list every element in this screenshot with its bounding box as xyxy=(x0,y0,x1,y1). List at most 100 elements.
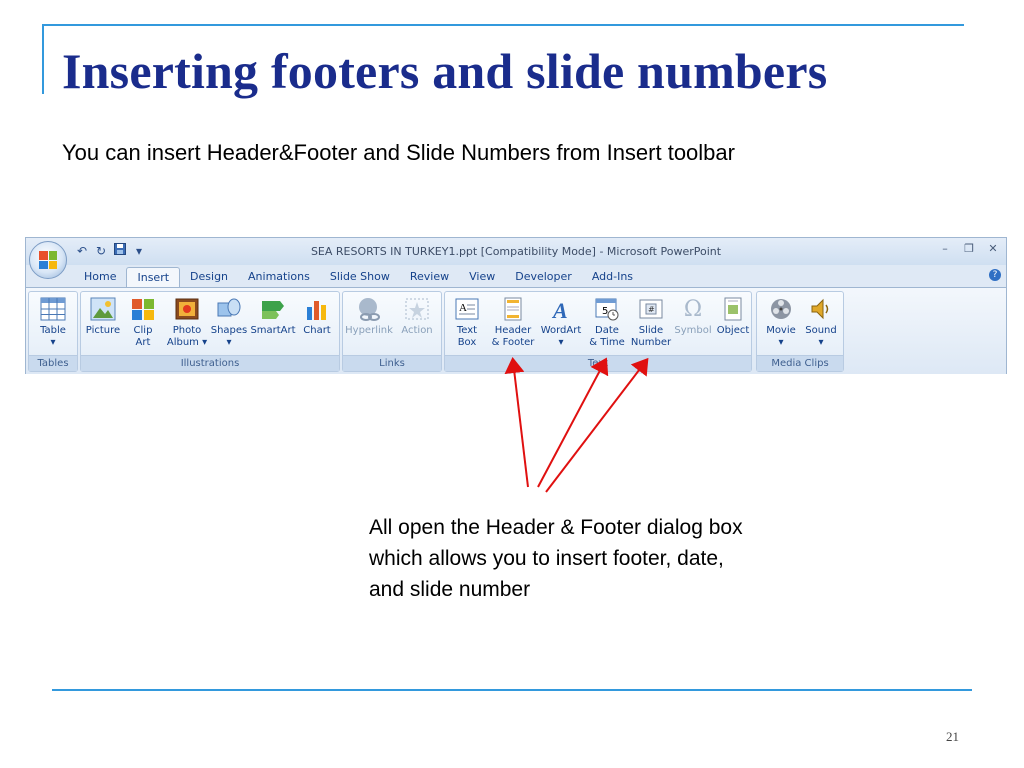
arrow-to-header-footer xyxy=(504,357,529,488)
symbol-button[interactable]: Ω Symbol xyxy=(671,294,715,337)
clip-art-button[interactable]: Clip Art xyxy=(121,294,165,349)
tab-developer[interactable]: Developer xyxy=(505,267,582,287)
svg-text:5: 5 xyxy=(602,306,608,317)
group-label-links: Links xyxy=(343,355,441,371)
group-label-illustrations: Illustrations xyxy=(81,355,339,371)
sound-button[interactable]: Sound ▾ xyxy=(799,294,843,349)
group-tables: Table ▾ Tables xyxy=(28,291,78,372)
callout-line: All open the Header & Footer dialog box xyxy=(369,516,743,539)
group-illustrations: Picture Clip Art Photo Album ▾ Shapes ▾ xyxy=(80,291,340,372)
tab-add-ins[interactable]: Add-Ins xyxy=(582,267,643,287)
ribbon-body: Table ▾ Tables Picture Clip Art Photo Al… xyxy=(26,287,1006,374)
window-titlebar: ↶ ↻ ▾ SEA RESORTS IN TURKEY1.ppt [Compat… xyxy=(26,238,1006,265)
hyperlink-label: Hyperlink xyxy=(345,325,393,336)
clip-art-icon xyxy=(128,294,158,324)
wordart-button[interactable]: A WordArt ▾ xyxy=(539,294,583,349)
clip-art-label: Clip Art xyxy=(133,325,153,348)
ribbon-tabs: Home Insert Design Animations Slide Show… xyxy=(74,267,643,287)
svg-text:A: A xyxy=(459,302,467,314)
window-controls: – ❐ ✕ xyxy=(938,242,1000,256)
help-icon[interactable]: ? xyxy=(989,269,1001,281)
slide-number-icon: # xyxy=(636,294,666,324)
header-footer-button[interactable]: Header & Footer xyxy=(491,294,535,349)
picture-label: Picture xyxy=(85,325,121,336)
tab-insert[interactable]: Insert xyxy=(126,267,181,287)
table-button[interactable]: Table ▾ xyxy=(31,294,75,349)
tab-view[interactable]: View xyxy=(459,267,505,287)
tab-slide-show[interactable]: Slide Show xyxy=(320,267,400,287)
table-icon xyxy=(38,294,68,324)
picture-button[interactable]: Picture xyxy=(81,294,125,337)
hyperlink-icon xyxy=(354,294,384,324)
group-text: A Text Box Header & Footer A WordArt ▾ 5 xyxy=(444,291,752,372)
action-button[interactable]: Action xyxy=(395,294,439,337)
action-label: Action xyxy=(401,325,433,336)
slide-top-rule xyxy=(42,24,964,26)
tab-animations[interactable]: Animations xyxy=(238,267,320,287)
window-title: SEA RESORTS IN TURKEY1.ppt [Compatibilit… xyxy=(310,245,722,258)
date-time-button[interactable]: 5 Date & Time xyxy=(585,294,629,349)
footer-rule xyxy=(52,689,972,691)
movie-label: Movie ▾ xyxy=(766,325,796,348)
movie-icon xyxy=(766,294,796,324)
date-time-icon: 5 xyxy=(592,294,622,324)
callout-text: All open the Header & Footer dialog box … xyxy=(369,512,839,605)
chart-label: Chart xyxy=(303,325,331,336)
symbol-label: Symbol xyxy=(674,325,712,336)
shapes-label: Shapes ▾ xyxy=(210,325,248,348)
symbol-icon: Ω xyxy=(683,296,703,322)
photo-album-icon xyxy=(172,294,202,324)
group-media-clips: Movie ▾ Sound ▾ Media Clips xyxy=(756,291,844,372)
group-label-tables: Tables xyxy=(29,355,77,371)
minimize-icon[interactable]: – xyxy=(938,242,952,256)
powerpoint-ribbon-screenshot: ↶ ↻ ▾ SEA RESORTS IN TURKEY1.ppt [Compat… xyxy=(25,237,1007,374)
office-button[interactable] xyxy=(29,241,67,279)
text-box-button[interactable]: A Text Box xyxy=(445,294,489,349)
table-label: Table ▾ xyxy=(40,325,66,348)
chart-icon xyxy=(302,294,332,324)
tab-review[interactable]: Review xyxy=(400,267,459,287)
object-button[interactable]: Object xyxy=(711,294,755,337)
smartart-button[interactable]: SmartArt xyxy=(250,294,296,337)
arrow-to-slide-number xyxy=(545,357,649,493)
movie-button[interactable]: Movie ▾ xyxy=(759,294,803,349)
arrow-to-date-time xyxy=(537,357,609,488)
hyperlink-button[interactable]: Hyperlink xyxy=(345,294,393,337)
group-label-media-clips: Media Clips xyxy=(757,355,843,371)
smartart-icon xyxy=(258,294,288,324)
callout-arrows xyxy=(504,357,649,493)
tab-home[interactable]: Home xyxy=(74,267,126,287)
group-links: Hyperlink Action Links xyxy=(342,291,442,372)
date-time-label: Date & Time xyxy=(589,325,625,348)
slide-number-label: Slide Number xyxy=(630,325,672,348)
text-box-label: Text Box xyxy=(456,325,478,348)
sound-icon xyxy=(806,294,836,324)
slide-title: Inserting footers and slide numbers xyxy=(62,43,828,99)
wordart-label: WordArt ▾ xyxy=(540,325,582,348)
group-label-text: Text xyxy=(445,355,751,371)
action-icon xyxy=(402,294,432,324)
picture-icon xyxy=(88,294,118,324)
tab-design[interactable]: Design xyxy=(180,267,238,287)
shapes-button[interactable]: Shapes ▾ xyxy=(207,294,251,349)
close-icon[interactable]: ✕ xyxy=(986,242,1000,256)
photo-album-button[interactable]: Photo Album ▾ xyxy=(165,294,209,349)
object-label: Object xyxy=(716,325,750,336)
shapes-icon xyxy=(214,294,244,324)
sound-label: Sound ▾ xyxy=(805,325,837,348)
header-footer-icon xyxy=(498,294,528,324)
object-icon xyxy=(718,294,748,324)
office-logo-icon xyxy=(39,251,57,269)
callout-line: which allows you to insert footer, date, xyxy=(369,547,724,570)
chart-button[interactable]: Chart xyxy=(295,294,339,337)
slide-number-button[interactable]: # Slide Number xyxy=(629,294,673,349)
text-box-icon: A xyxy=(452,294,482,324)
header-footer-label: Header & Footer xyxy=(491,325,535,348)
slide-left-rule xyxy=(42,24,44,94)
wordart-icon: A xyxy=(546,294,576,324)
restore-icon[interactable]: ❐ xyxy=(962,242,976,256)
slide-subtitle: You can insert Header&Footer and Slide N… xyxy=(62,140,735,165)
smartart-label: SmartArt xyxy=(250,325,296,336)
photo-album-label: Photo Album ▾ xyxy=(166,325,208,348)
page-number: 21 xyxy=(946,729,959,744)
